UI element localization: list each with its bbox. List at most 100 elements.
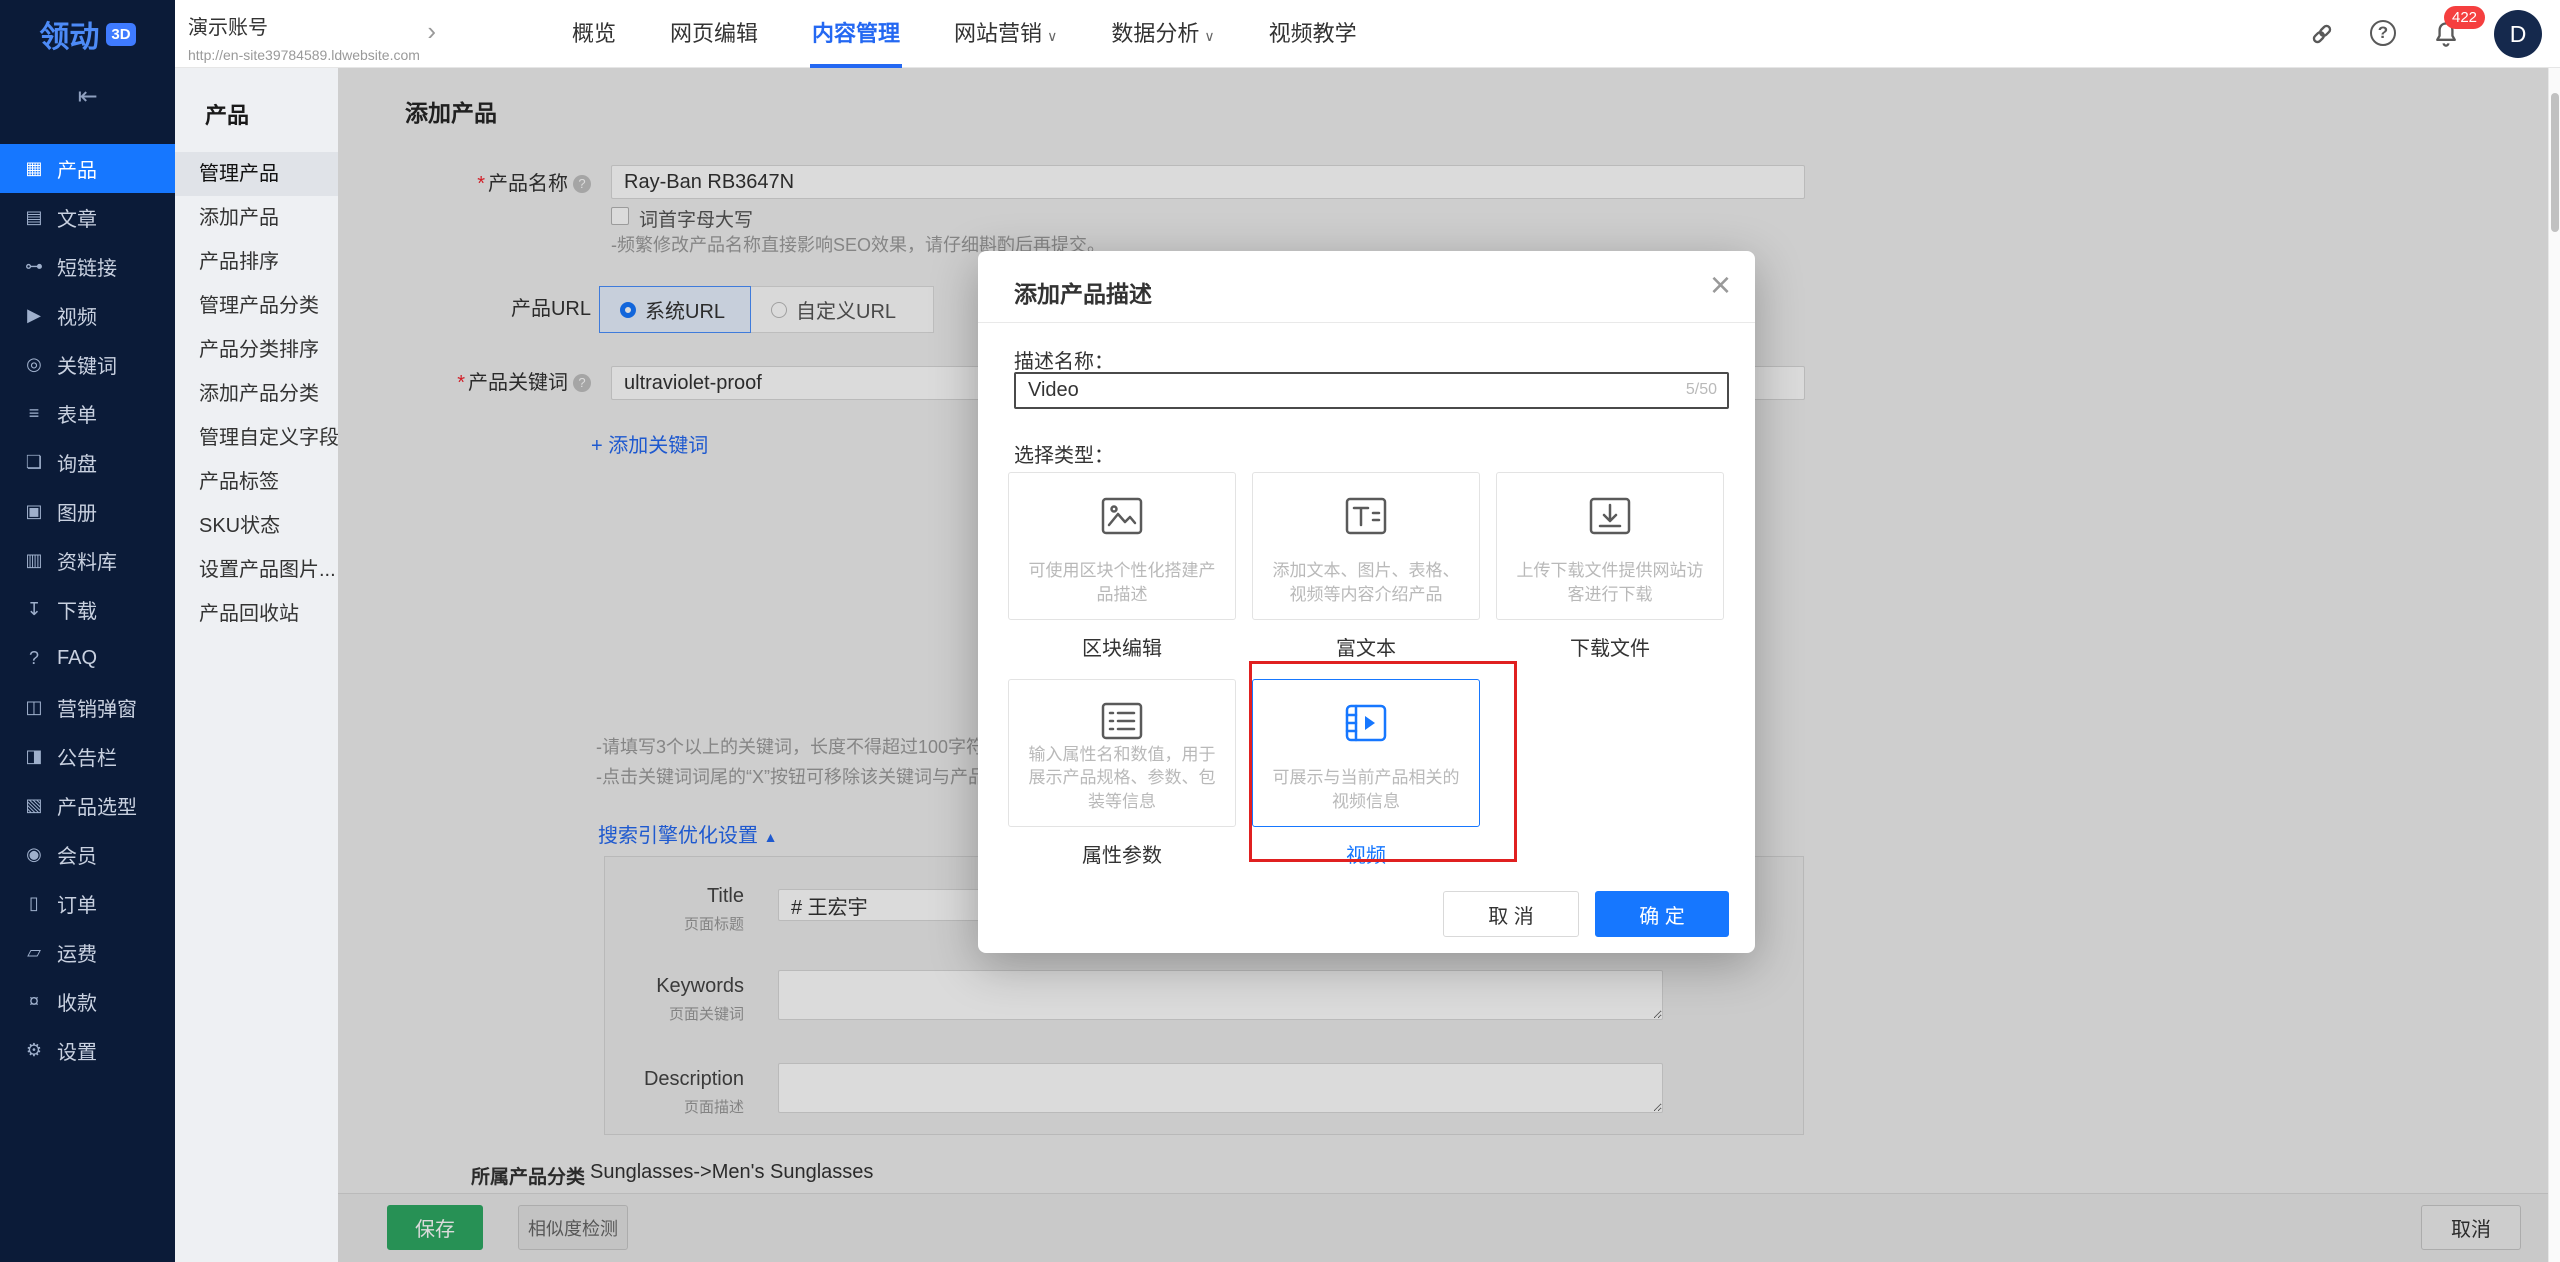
screen: 领动 3D 演示账号 http://en-site39784589.ldwebs…	[0, 0, 2560, 1262]
download-icon: ↧	[22, 599, 46, 620]
add-description-modal: 添加产品描述 × 描述名称： 5/50 选择类型：	[978, 251, 1755, 953]
faq-icon: ?	[22, 648, 46, 669]
sidebar-item-videos[interactable]: ▶视频	[0, 291, 175, 340]
bell-icon[interactable]: 422	[2432, 20, 2460, 48]
submenu-item-add-product[interactable]: 添加产品	[175, 196, 338, 240]
video-icon: ▶	[22, 305, 46, 326]
submenu-item-custom-fields[interactable]: 管理自定义字段	[175, 416, 338, 460]
nav-overview[interactable]: 概览	[545, 0, 643, 68]
attributes-card[interactable]: 输入属性名和数值，用于展示产品规格、参数、包装等信息	[1008, 679, 1236, 827]
scrollbar-thumb[interactable]	[2551, 93, 2559, 232]
forms-icon: ≡	[22, 403, 46, 424]
topbar-actions: ? 422 D	[2308, 0, 2542, 68]
product-submenu: 产品 管理产品 添加产品 产品排序 管理产品分类 产品分类排序 添加产品分类 管…	[175, 68, 338, 1262]
app-logo: 领动 3D	[0, 0, 175, 68]
logo-3d-badge: 3D	[106, 23, 135, 46]
submenu-item-product-images[interactable]: 设置产品图片...	[175, 548, 338, 592]
collapse-sidebar-icon[interactable]: ⇤	[0, 68, 175, 124]
gear-icon: ⚙	[22, 1040, 46, 1061]
submenu-item-category-sort[interactable]: 产品分类排序	[175, 328, 338, 372]
inquiry-icon: ❏	[22, 452, 46, 473]
nav-content-management[interactable]: 内容管理	[785, 0, 927, 68]
type-cell-block-editor: 可使用区块个性化搭建产品描述 区块编辑	[1008, 472, 1236, 661]
keywords-icon: ◎	[22, 354, 46, 375]
submenu-item-add-category[interactable]: 添加产品分类	[175, 372, 338, 416]
articles-icon: ▤	[22, 207, 46, 228]
attributes-icon	[1098, 700, 1146, 743]
richtext-icon	[1342, 493, 1390, 539]
type-cell-empty	[1496, 679, 1724, 868]
nav-data-analysis[interactable]: 数据分析∨	[1084, 0, 1241, 68]
submenu-item-recycle-bin[interactable]: 产品回收站	[175, 592, 338, 636]
sidebar-item-forms[interactable]: ≡表单	[0, 389, 175, 438]
sidebar-item-shipping[interactable]: ▱运费	[0, 928, 175, 977]
submenu-item-manage-categories[interactable]: 管理产品分类	[175, 284, 338, 328]
order-icon: ▯	[22, 893, 46, 914]
album-icon: ▣	[22, 501, 46, 522]
download-file-card[interactable]: 上传下载文件提供网站访客进行下载	[1496, 472, 1724, 620]
sidebar-item-keywords[interactable]: ◎关键词	[0, 340, 175, 389]
submenu-item-product-sort[interactable]: 产品排序	[175, 240, 338, 284]
sidebar-item-marketing-popup[interactable]: ◫营销弹窗	[0, 683, 175, 732]
chevron-down-icon: ∨	[1204, 28, 1214, 44]
sidebar-item-orders[interactable]: ▯订单	[0, 879, 175, 928]
description-name-label: 描述名称：	[1014, 345, 1114, 374]
nav-site-marketing[interactable]: 网站营销∨	[927, 0, 1084, 68]
sidebar-item-inquiries[interactable]: ❏询盘	[0, 438, 175, 487]
sidebar-item-short-links[interactable]: ⊶短链接	[0, 242, 175, 291]
library-icon: ▥	[22, 550, 46, 571]
char-counter: 5/50	[1686, 381, 1717, 399]
sidebar-item-product-selection[interactable]: ▧产品选型	[0, 781, 175, 830]
member-icon: ◉	[22, 844, 46, 865]
block-editor-card[interactable]: 可使用区块个性化搭建产品描述	[1008, 472, 1236, 620]
payment-icon: ¤	[22, 991, 46, 1012]
type-cell-richtext: 添加文本、图片、表格、视频等内容介绍产品 富文本	[1252, 472, 1480, 661]
modal-confirm-button[interactable]: 确 定	[1595, 891, 1729, 937]
nav-page-editor[interactable]: 网页编辑	[643, 0, 785, 68]
announcement-icon: ◨	[22, 746, 46, 767]
block-editor-icon	[1098, 493, 1146, 539]
video-card[interactable]: 可展示与当前产品相关的视频信息	[1252, 679, 1480, 827]
richtext-card[interactable]: 添加文本、图片、表格、视频等内容介绍产品	[1252, 472, 1480, 620]
sidebar-item-payment[interactable]: ¤收款	[0, 977, 175, 1026]
sidebar-item-faq[interactable]: ?FAQ	[0, 634, 175, 683]
close-icon[interactable]: ×	[1710, 263, 1731, 306]
sidebar-item-articles[interactable]: ▤文章	[0, 193, 175, 242]
nav-video-tutorial[interactable]: 视频教学	[1242, 0, 1384, 68]
account-name: 演示账号	[188, 11, 434, 40]
account-switcher[interactable]: 演示账号 http://en-site39784589.ldwebsite.co…	[178, 0, 434, 68]
richtext-label: 富文本	[1252, 632, 1480, 661]
sidebar-item-downloads[interactable]: ↧下载	[0, 585, 175, 634]
submenu-item-sku-status[interactable]: SKU状态	[175, 504, 338, 548]
attributes-label: 属性参数	[1008, 839, 1236, 868]
type-cell-attributes: 输入属性名和数值，用于展示产品规格、参数、包装等信息 属性参数	[1008, 679, 1236, 868]
submenu-item-manage-products[interactable]: 管理产品	[175, 152, 338, 196]
sidebar-item-announcement[interactable]: ◨公告栏	[0, 732, 175, 781]
modal-divider	[978, 322, 1755, 323]
chevron-down-icon: ∨	[1047, 28, 1057, 44]
sidebar: ⇤ ▦产品 ▤文章 ⊶短链接 ▶视频 ◎关键词 ≡表单 ❏询盘 ▣图册 ▥资料库…	[0, 68, 175, 1262]
sidebar-item-albums[interactable]: ▣图册	[0, 487, 175, 536]
sidebar-item-members[interactable]: ◉会员	[0, 830, 175, 879]
modal-cancel-button[interactable]: 取 消	[1443, 891, 1579, 937]
submenu-item-product-tags[interactable]: 产品标签	[175, 460, 338, 504]
description-name-input[interactable]	[1014, 372, 1729, 409]
shipping-icon: ▱	[22, 942, 46, 963]
help-icon[interactable]: ?	[2370, 20, 2398, 48]
logo-text: 领动	[39, 12, 99, 56]
sidebar-item-library[interactable]: ▥资料库	[0, 536, 175, 585]
popup-icon: ◫	[22, 697, 46, 718]
chevron-right-icon: ›	[427, 16, 436, 47]
short-link-icon: ⊶	[22, 256, 46, 277]
sidebar-item-settings[interactable]: ⚙设置	[0, 1026, 175, 1075]
sidebar-list: ▦产品 ▤文章 ⊶短链接 ▶视频 ◎关键词 ≡表单 ❏询盘 ▣图册 ▥资料库 ↧…	[0, 144, 175, 1075]
download-file-icon	[1586, 493, 1634, 539]
scrollbar[interactable]	[2548, 68, 2560, 1262]
submenu-title: 产品	[175, 68, 338, 152]
account-url: http://en-site39784589.ldwebsite.com	[188, 47, 434, 63]
products-icon: ▦	[22, 158, 46, 179]
video-type-icon	[1342, 700, 1390, 746]
sidebar-item-products[interactable]: ▦产品	[0, 144, 175, 193]
link-icon[interactable]	[2308, 20, 2336, 48]
avatar[interactable]: D	[2494, 10, 2542, 58]
